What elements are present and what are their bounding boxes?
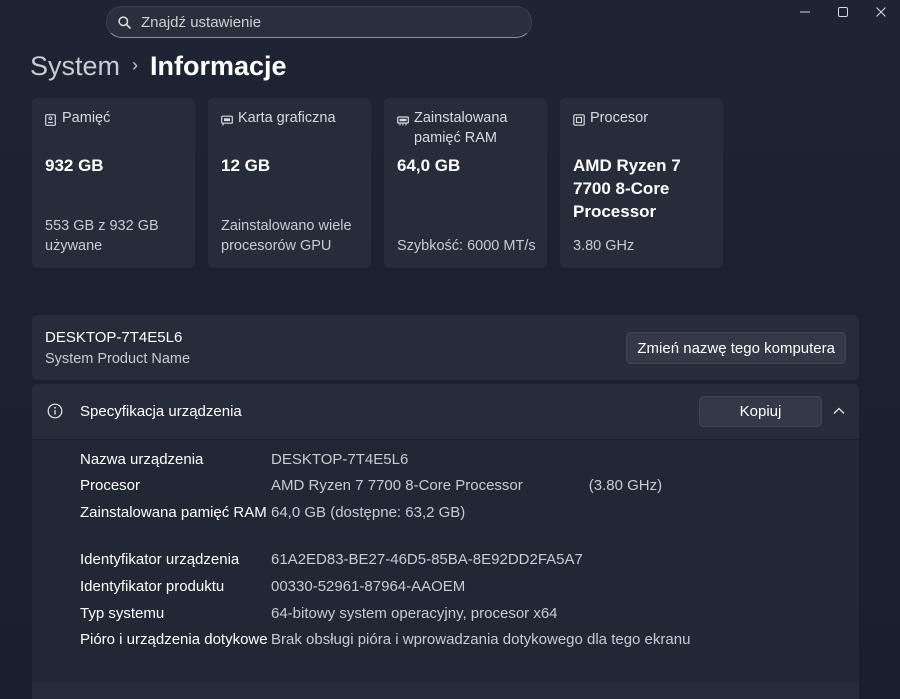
copy-button[interactable]: Kopiuj xyxy=(699,396,822,427)
page-title: Informacje xyxy=(150,50,287,81)
spec-key: Identyfikator urządzenia xyxy=(80,551,240,568)
card-ram-sub: Szybkość: 6000 MT/s xyxy=(397,238,536,254)
rename-pc-button[interactable]: Zmień nazwę tego komputera xyxy=(626,332,846,364)
spec-value: 64,0 GB (dostępne: 63,2 GB) xyxy=(271,504,466,521)
spec-value: AMD Ryzen 7 7700 8-Core Processor xyxy=(271,477,523,494)
card-ram[interactable]: Zainstalowana pamięć RAM 64,0 GB Szybkoś… xyxy=(384,98,547,268)
card-storage-label: Pamięć xyxy=(62,110,111,126)
breadcrumb-separator: › xyxy=(132,54,139,75)
card-storage-sub: 553 GB z 932 GB używane xyxy=(45,218,159,254)
device-model: System Product Name xyxy=(45,351,191,367)
spec-key: Procesor xyxy=(80,477,141,494)
spec-value: 61A2ED83-BE27-46D5-85BA-8E92DD2FA5A7 xyxy=(271,551,583,568)
card-ram-value: 64,0 GB xyxy=(397,156,461,175)
storage-icon xyxy=(45,112,57,126)
device-specs-list: Nazwa urządzenia DESKTOP-7T4E5L6 Proceso… xyxy=(32,440,859,699)
breadcrumb: System › Informacje xyxy=(30,48,287,84)
ram-icon xyxy=(397,112,409,126)
spec-row-processor: Procesor AMD Ryzen 7 7700 8-Core Process… xyxy=(80,475,662,497)
breadcrumb-system-link[interactable]: System xyxy=(30,51,120,82)
spec-row-ram: Zainstalowana pamięć RAM 64,0 GB (dostęp… xyxy=(80,502,465,524)
card-storage-value: 932 GB xyxy=(45,156,104,175)
spec-key: Typ systemu xyxy=(80,605,165,622)
close-button[interactable] xyxy=(862,0,900,26)
spec-value: 00330-52961-87964-AAOEM xyxy=(271,578,466,595)
device-name-row: DESKTOP-7T4E5L6 System Product Name Zmie… xyxy=(32,315,859,380)
spec-row-pen-touch: Pióro i urządzenia dotykowe Brak obsługi… xyxy=(80,629,690,651)
device-specs-header[interactable]: Specyfikacja urządzenia Kopiuj xyxy=(32,384,859,439)
window-controls xyxy=(786,0,900,26)
info-icon xyxy=(47,403,63,419)
card-gpu-sub: Zainstalowano wiele procesorów GPU xyxy=(221,218,352,254)
card-storage[interactable]: Pamięć 932 GB 553 GB z 932 GB używane xyxy=(32,98,195,268)
gpu-icon xyxy=(221,112,233,126)
spec-row-device-id: Identyfikator urządzenia 61A2ED83-BE27-4… xyxy=(80,549,583,571)
spec-row-product-id: Identyfikator produktu 00330-52961-87964… xyxy=(80,576,465,598)
card-ram-label: Zainstalowana pamięć RAM xyxy=(414,110,508,146)
cpu-icon xyxy=(573,112,585,126)
search-icon xyxy=(117,15,131,29)
settings-window: System › Informacje Pamięć 932 GB 553 GB… xyxy=(0,0,900,699)
card-cpu[interactable]: Procesor AMD Ryzen 7 7700 8-Core Process… xyxy=(560,98,723,268)
spec-row-system-type: Typ systemu 64-bitowy system operacyjny,… xyxy=(80,603,558,625)
spec-value: Brak obsługi pióra i wprowadzania dotyko… xyxy=(271,631,691,648)
search-input[interactable] xyxy=(141,13,501,31)
card-gpu[interactable]: Karta graficzna 12 GB Zainstalowano wiel… xyxy=(208,98,371,268)
card-cpu-label: Procesor xyxy=(590,110,649,126)
card-cpu-value: AMD Ryzen 7 7700 8-Core Processor xyxy=(573,156,681,221)
chevron-up-icon[interactable] xyxy=(831,404,847,418)
spec-processor-frequency: (3.80 GHz) xyxy=(588,477,663,494)
minimize-button[interactable] xyxy=(786,0,824,26)
device-specs-title: Specyfikacja urządzenia xyxy=(80,403,242,420)
minimize-icon xyxy=(800,6,810,20)
device-name: DESKTOP-7T4E5L6 xyxy=(45,329,183,346)
card-cpu-sub: 3.80 GHz xyxy=(573,238,635,254)
spec-key: Identyfikator produktu xyxy=(80,578,225,595)
next-section-edge xyxy=(32,683,859,699)
search-box[interactable] xyxy=(106,6,532,38)
spec-row-device-name: Nazwa urządzenia DESKTOP-7T4E5L6 xyxy=(80,449,408,471)
spec-key: Pióro i urządzenia dotykowe xyxy=(80,631,268,648)
card-gpu-label: Karta graficzna xyxy=(238,110,336,126)
spec-value: 64-bitowy system operacyjny, procesor x6… xyxy=(271,605,558,622)
spec-value: DESKTOP-7T4E5L6 xyxy=(271,451,409,468)
close-icon xyxy=(876,6,886,20)
card-gpu-value: 12 GB xyxy=(221,156,271,175)
spec-key: Zainstalowana pamięć RAM xyxy=(80,504,267,521)
spec-key: Nazwa urządzenia xyxy=(80,451,204,468)
maximize-icon xyxy=(838,6,848,20)
maximize-button[interactable] xyxy=(824,0,862,26)
summary-cards: Pamięć 932 GB 553 GB z 932 GB używane Ka… xyxy=(32,98,723,268)
